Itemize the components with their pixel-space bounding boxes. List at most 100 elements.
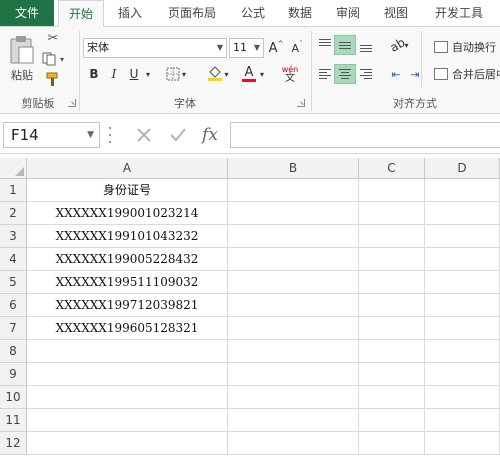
formula-input[interactable] [230, 122, 500, 148]
cell-c8[interactable] [359, 340, 425, 363]
cell-d7[interactable] [425, 317, 500, 340]
insert-function-button[interactable]: fx [197, 122, 223, 148]
row-header-9[interactable]: 9 [0, 363, 27, 386]
cell-c9[interactable] [359, 363, 425, 386]
cell-a8[interactable] [27, 340, 228, 363]
cell-b7[interactable] [228, 317, 359, 340]
cell-b8[interactable] [228, 340, 359, 363]
cell-d8[interactable] [425, 340, 500, 363]
align-right-button[interactable] [355, 64, 377, 84]
phonetic-guide-button[interactable]: wén 文 [276, 64, 304, 84]
cell-b9[interactable] [228, 363, 359, 386]
confirm-entry-button[interactable] [165, 122, 191, 148]
cell-a11[interactable] [27, 409, 228, 432]
cell-c10[interactable] [359, 386, 425, 409]
row-header-2[interactable]: 2 [0, 202, 27, 225]
name-box[interactable]: F14 ▼ [3, 122, 100, 148]
cell-d3[interactable] [425, 225, 500, 248]
cell-d11[interactable] [425, 409, 500, 432]
column-header-a[interactable]: A [27, 158, 228, 179]
cell-a10[interactable] [27, 386, 228, 409]
formula-bar-resize-handle[interactable] [109, 127, 112, 143]
align-center-button[interactable] [334, 64, 356, 84]
row-header-10[interactable]: 10 [0, 386, 27, 409]
row-header-12[interactable]: 12 [0, 432, 27, 455]
cell-c6[interactable] [359, 294, 425, 317]
clipboard-dialog-launcher[interactable] [68, 99, 76, 107]
row-header-11[interactable]: 11 [0, 409, 27, 432]
tab-formulas[interactable]: 公式 [233, 0, 273, 26]
cell-d9[interactable] [425, 363, 500, 386]
format-painter-button[interactable] [42, 71, 64, 89]
cell-b4[interactable] [228, 248, 359, 271]
cell-b6[interactable] [228, 294, 359, 317]
tab-insert[interactable]: 插入 [110, 0, 150, 26]
align-left-button[interactable] [314, 64, 336, 84]
cell-c12[interactable] [359, 432, 425, 455]
select-all-button[interactable] [0, 158, 27, 179]
cell-b3[interactable] [228, 225, 359, 248]
cancel-entry-button[interactable] [131, 122, 157, 148]
cell-d6[interactable] [425, 294, 500, 317]
cell-a12[interactable] [27, 432, 228, 455]
italic-button[interactable]: I [106, 64, 122, 84]
underline-button[interactable]: U [126, 64, 142, 84]
merge-center-button[interactable]: 合并后居中 [434, 64, 500, 84]
cell-d12[interactable] [425, 432, 500, 455]
cell-a7[interactable]: XXXXXX199605128321 [27, 317, 228, 340]
row-header-7[interactable]: 7 [0, 317, 27, 340]
wrap-text-button[interactable]: 自动换行 [434, 37, 496, 57]
row-header-5[interactable]: 5 [0, 271, 27, 294]
decrease-font-size-button[interactable]: Aˇ [289, 38, 305, 58]
fill-color-button[interactable]: ▾ [204, 64, 232, 84]
cell-d1[interactable] [425, 179, 500, 202]
row-header-3[interactable]: 3 [0, 225, 27, 248]
paste-button[interactable]: 粘贴 [4, 29, 40, 89]
cell-b12[interactable] [228, 432, 359, 455]
cell-d4[interactable] [425, 248, 500, 271]
increase-font-size-button[interactable]: A ^ [268, 38, 284, 58]
row-header-8[interactable]: 8 [0, 340, 27, 363]
cell-a9[interactable] [27, 363, 228, 386]
orientation-button[interactable]: ab ▾ [385, 35, 413, 55]
cell-a6[interactable]: XXXXXX199712039821 [27, 294, 228, 317]
tab-data[interactable]: 数据 [280, 0, 320, 26]
tab-review[interactable]: 审阅 [328, 0, 368, 26]
font-dialog-launcher[interactable] [297, 99, 305, 107]
cell-c3[interactable] [359, 225, 425, 248]
column-header-c[interactable]: C [359, 158, 425, 179]
column-header-d[interactable]: D [425, 158, 500, 179]
cell-d10[interactable] [425, 386, 500, 409]
cell-b11[interactable] [228, 409, 359, 432]
cell-a2[interactable]: XXXXXX199001023214 [27, 202, 228, 225]
copy-button[interactable]: ▾ [42, 50, 64, 68]
cell-a4[interactable]: XXXXXX199005228432 [27, 248, 228, 271]
cell-d5[interactable] [425, 271, 500, 294]
cell-c11[interactable] [359, 409, 425, 432]
row-header-4[interactable]: 4 [0, 248, 27, 271]
underline-dropdown[interactable]: ▾ [143, 64, 153, 84]
bold-button[interactable]: B [86, 64, 102, 84]
middle-align-button[interactable] [334, 35, 356, 55]
borders-button[interactable]: ▾ [164, 64, 188, 84]
top-align-button[interactable] [314, 35, 336, 55]
cell-b10[interactable] [228, 386, 359, 409]
increase-indent-button[interactable]: ⇥ [404, 64, 426, 84]
bottom-align-button[interactable] [355, 35, 377, 55]
cell-b2[interactable] [228, 202, 359, 225]
cell-a1[interactable]: 身份证号 [27, 179, 228, 202]
cell-a5[interactable]: XXXXXX199511109032 [27, 271, 228, 294]
tab-developer[interactable]: 开发工具 [424, 0, 494, 26]
cell-b5[interactable] [228, 271, 359, 294]
row-header-6[interactable]: 6 [0, 294, 27, 317]
cell-d2[interactable] [425, 202, 500, 225]
tab-file[interactable]: 文件 [0, 0, 54, 26]
font-name-select[interactable]: 宋体 ▼ [83, 38, 227, 58]
font-color-dropdown[interactable]: ▾ [258, 64, 266, 84]
cell-c7[interactable] [359, 317, 425, 340]
cell-c4[interactable] [359, 248, 425, 271]
cut-button[interactable]: ✂ [42, 29, 64, 47]
cell-c5[interactable] [359, 271, 425, 294]
font-size-select[interactable]: 11 ▼ [229, 38, 264, 58]
cell-c2[interactable] [359, 202, 425, 225]
